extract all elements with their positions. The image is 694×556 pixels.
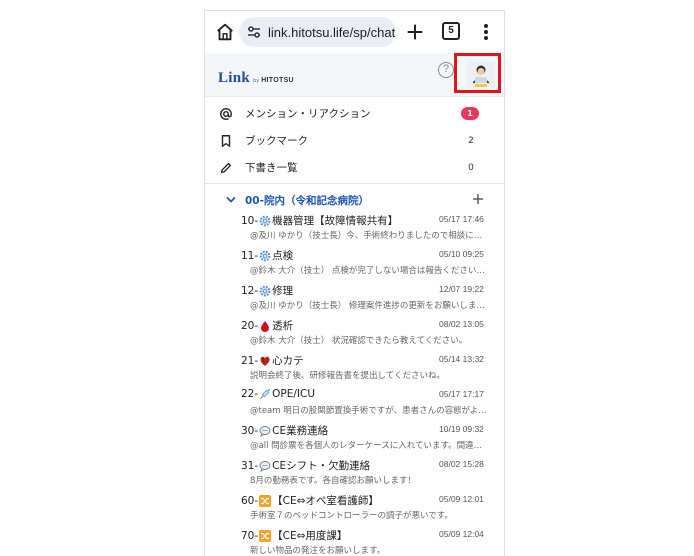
channel-item[interactable]: 12- 修理 12/07 19:22 @及川 ゆかり（技士長） 修理案件進捗の更… — [205, 283, 504, 318]
channel-item[interactable]: 70- 【CE⇔用度課】 05/09 12:04 新しい物品の発注をお願いします… — [205, 528, 504, 556]
channel-item[interactable]: 60- 【CE⇔オペ室看護師】 05/09 12:01 手術室７のベッドコントロ… — [205, 493, 504, 528]
channel-time: 12/07 19:22 — [439, 284, 484, 294]
channel-preview: 説明会終了後、研修報告書を提出してくださいね。 — [250, 371, 445, 381]
shuffle-icon — [259, 494, 272, 507]
draft-count: 0 — [468, 162, 474, 173]
channel-name: 70- 【CE⇔用度課】 — [241, 529, 348, 542]
channel-time: 05/09 12:01 — [439, 494, 484, 504]
link-logo[interactable]: Link by HITOTSU — [218, 63, 294, 87]
avatar-highlight-box — [454, 53, 501, 93]
channel-item[interactable]: 11- 点検 05/10 09:25 @鈴木 大介（技士） 点検が完了しない場合… — [205, 248, 504, 283]
syringe-icon — [259, 388, 271, 400]
channel-item[interactable]: 30- CE業務連絡 10/19 09:32 @all 問診票を各個人のレターケ… — [205, 423, 504, 458]
channel-time: 10/19 09:32 — [439, 424, 484, 434]
help-button[interactable]: ? — [438, 62, 454, 78]
site-settings-icon[interactable] — [246, 24, 262, 40]
channel-name: 30- CE業務連絡 — [241, 424, 329, 438]
channel-preview: 手術室７のベッドコントローラーの調子が悪いです。 — [250, 511, 453, 521]
blood-drop-icon — [261, 320, 270, 332]
channel-time: 08/02 13:05 — [439, 319, 484, 329]
channel-name: 11- 点検 — [241, 249, 294, 263]
channel-time: 05/10 09:25 — [439, 249, 484, 259]
channel-list: 10- 機器管理【故障情報共有】 05/17 17:46 @及川 ゆかり（技士長… — [205, 213, 504, 556]
channel-name: 20- 透析 — [241, 319, 294, 333]
url-text[interactable]: link.hitotsu.life/sp/chat — [268, 25, 395, 40]
channel-preview: 8月の勤務表です。各自確認お願いします！ — [250, 476, 417, 486]
add-channel-icon[interactable] — [471, 192, 485, 206]
quick-item-label: メンション・リアクション — [245, 108, 371, 120]
channel-name: 31- CEシフト・欠勤連絡 — [241, 459, 371, 473]
channel-name: 21- 心カテ — [241, 354, 304, 368]
channel-item[interactable]: 10- 機器管理【故障情報共有】 05/17 17:46 @及川 ゆかり（技士長… — [205, 213, 504, 248]
channel-time: 08/02 15:28 — [439, 459, 484, 469]
chevron-down-icon[interactable] — [226, 195, 236, 205]
gear-icon — [259, 250, 271, 261]
channel-preview: 新しい物品の発注をお願いします。 — [250, 546, 386, 556]
channel-preview: @及川 ゆかり（技士長）今、手術終わりましたので相談に… — [250, 231, 483, 241]
speech-bubble-icon — [259, 425, 271, 437]
at-icon — [220, 107, 232, 120]
new-tab-icon[interactable] — [404, 21, 426, 43]
pencil-icon — [220, 162, 232, 173]
browser-toolbar: link.hitotsu.life/sp/chat 5 — [205, 11, 504, 53]
heart-icon — [260, 356, 270, 366]
quick-item-drafts[interactable]: 下書き一覧 0 — [205, 154, 504, 181]
channel-name: 10- 機器管理【故障情報共有】 — [241, 214, 399, 228]
quick-item-mentions[interactable]: メンション・リアクション 1 — [205, 100, 504, 127]
quick-item-label: ブックマーク — [245, 135, 308, 147]
bookmark-count: 2 — [468, 135, 474, 146]
speech-bubble-icon — [259, 460, 271, 472]
channel-time: 05/17 17:17 — [439, 389, 484, 399]
quick-item-bookmarks[interactable]: ブックマーク 2 — [205, 127, 504, 154]
channel-item[interactable]: 22- OPE/ICU 05/17 17:17 @team 明日の股関節置換手術… — [205, 388, 504, 423]
channel-time: 05/17 17:46 — [439, 214, 484, 224]
home-icon[interactable] — [214, 21, 236, 43]
channel-name: 12- 修理 — [241, 284, 294, 298]
channel-preview: @team 明日の股関節置換手術ですが、患者さんの容態がよ… — [250, 406, 487, 416]
channel-item[interactable]: 20- 透析 08/02 13:05 @鈴木 大介（技士） 状況確認できたら教え… — [205, 318, 504, 353]
gear-icon — [259, 215, 271, 226]
section-divider — [205, 183, 504, 184]
gear-icon — [259, 285, 271, 296]
mention-count-badge: 1 — [461, 107, 479, 120]
channel-item[interactable]: 31- CEシフト・欠勤連絡 08/02 15:28 8月の勤務表です。各自確認… — [205, 458, 504, 493]
channel-preview: @及川 ゆかり（技士長） 修理案件進捗の更新をお願いしま… — [250, 301, 485, 311]
channel-time: 05/14 13:32 — [439, 354, 484, 364]
channel-preview: @all 問診票を各個人のレターケースに入れています。間違… — [250, 441, 483, 451]
shuffle-icon — [259, 529, 272, 542]
quick-access-list: メンション・リアクション 1 ブックマーク 2 下書き一覧 0 — [205, 97, 504, 181]
channel-item[interactable]: 21- 心カテ 05/14 13:32 説明会終了後、研修報告書を提出してくださ… — [205, 353, 504, 388]
address-bar[interactable]: link.hitotsu.life/sp/chat — [239, 17, 396, 47]
channel-name: 22- OPE/ICU — [241, 388, 316, 400]
group-title[interactable]: 00-院内（令和記念病院） — [245, 193, 369, 208]
bookmark-icon — [221, 134, 231, 147]
channel-time: 05/09 12:04 — [439, 529, 484, 539]
channel-preview: @鈴木 大介（技士） 状況確認できたら教えてください。 — [250, 336, 468, 346]
channel-preview: @鈴木 大介（技士） 点検が完了しない場合は報告ください… — [250, 266, 485, 276]
channel-name: 60- 【CE⇔オペ室看護師】 — [241, 494, 379, 507]
more-menu-icon[interactable] — [479, 21, 493, 43]
quick-item-label: 下書き一覧 — [245, 162, 298, 174]
group-header[interactable]: 00-院内（令和記念病院） — [205, 187, 504, 213]
tab-switcher-button[interactable]: 5 — [442, 22, 460, 40]
